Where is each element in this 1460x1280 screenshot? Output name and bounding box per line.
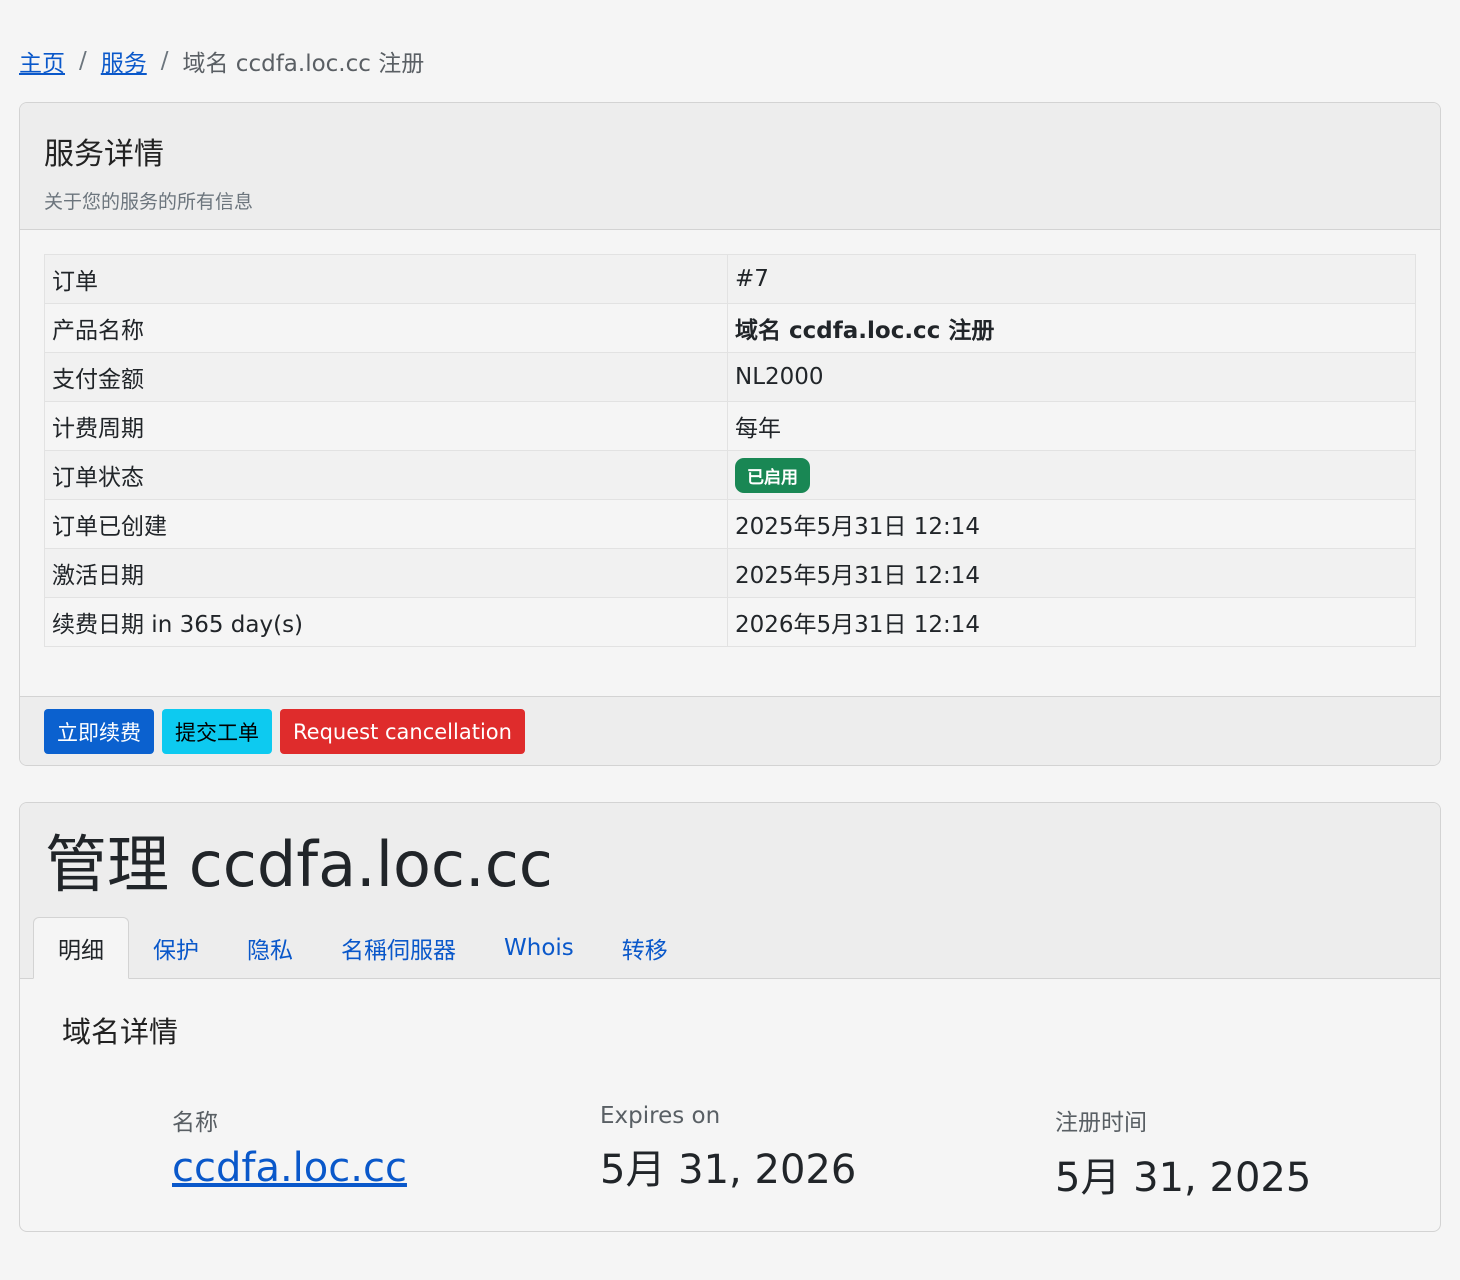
tab-protection[interactable]: 保护 [129,917,223,979]
tab-nameservers[interactable]: 名稱伺服器 [317,917,480,979]
service-details-title: 服务详情 [44,137,164,172]
row-value-status: 已启用 [727,450,1416,500]
expires-value: 5月 31, 2026 [600,1147,857,1193]
breadcrumb-current: 域名 ccdfa.loc.cc 注册 [182,51,425,77]
tab-privacy[interactable]: 隐私 [223,917,317,979]
row-key-billing-cycle: 计费周期 [44,401,728,451]
row-value-billing-cycle: 每年 [727,401,1416,451]
table-row: 计费周期 每年 [44,401,1416,451]
row-key-created: 订单已创建 [44,499,728,549]
row-value-created: 2025年5月31日 12:14 [727,499,1416,549]
row-value-activated: 2025年5月31日 12:14 [727,548,1416,598]
row-value-order: #7 [727,254,1416,304]
submit-ticket-button[interactable]: 提交工单 [162,709,272,754]
service-actions: 立即续费 提交工单 Request cancellation [20,696,1440,765]
breadcrumb: 主页 / 服务 / 域名 ccdfa.loc.cc 注册 [19,30,1441,92]
tab-details[interactable]: 明细 [33,917,129,979]
table-row: 产品名称 域名 ccdfa.loc.cc 注册 [44,303,1416,353]
row-key-product-name: 产品名称 [44,303,728,353]
service-details-body: 订单 #7 产品名称 域名 ccdfa.loc.cc 注册 支付金额 NL200… [20,230,1440,696]
request-cancellation-button[interactable]: Request cancellation [280,709,525,754]
service-details-card: 服务详情 关于您的服务的所有信息 订单 #7 产品名称 域名 ccdfa.loc… [19,102,1441,766]
service-details-subtitle: 关于您的服务的所有信息 [44,191,254,213]
row-key-renewal: 续费日期 in 365 day(s) [44,597,728,647]
page: 主页 / 服务 / 域名 ccdfa.loc.cc 注册 服务详情 关于您的服务… [0,30,1460,1232]
manage-domain-header: 管理 ccdfa.loc.cc 明细 保护 隐私 名稱伺服器 Whois 转移 [20,803,1440,979]
row-value-amount: NL2000 [727,352,1416,402]
domain-name-stat: 名称 ccdfa.loc.cc [172,1103,600,1203]
breadcrumb-services-link[interactable]: 服务 [101,44,147,78]
expires-label: Expires on [600,1103,721,1129]
domain-stats: 名称 ccdfa.loc.cc Expires on 5月 31, 2026 注… [62,1103,1398,1203]
table-row: 激活日期 2025年5月31日 12:14 [44,548,1416,598]
expires-stat: Expires on 5月 31, 2026 [600,1103,1055,1203]
renew-now-button[interactable]: 立即续费 [44,709,154,754]
domain-details-title: 域名详情 [62,1015,179,1049]
domain-details-panel: 域名详情 名称 ccdfa.loc.cc Expires on 5月 31, 2… [20,979,1440,1203]
row-key-activated: 激活日期 [44,548,728,598]
status-badge: 已启用 [735,457,810,493]
service-details-table: 订单 #7 产品名称 域名 ccdfa.loc.cc 注册 支付金额 NL200… [44,254,1416,647]
tab-whois[interactable]: Whois [480,917,598,979]
registered-value: 5月 31, 2025 [1055,1155,1312,1201]
domain-name-label: 名称 [172,1110,218,1136]
breadcrumb-home-link[interactable]: 主页 [19,44,65,78]
table-row: 订单 #7 [44,254,1416,304]
row-key-status: 订单状态 [44,450,728,500]
row-value-product-name: 域名 ccdfa.loc.cc 注册 [727,303,1416,353]
tab-transfer[interactable]: 转移 [598,917,692,979]
row-key-order: 订单 [44,254,728,304]
service-details-header: 服务详情 关于您的服务的所有信息 [20,103,1440,230]
domain-name-link[interactable]: ccdfa.loc.cc [172,1145,407,1191]
row-key-amount: 支付金额 [44,352,728,402]
breadcrumb-separator: / [79,48,87,74]
manage-domain-title: 管理 ccdfa.loc.cc [45,828,553,901]
table-row: 订单已创建 2025年5月31日 12:14 [44,499,1416,549]
domain-tabs: 明细 保护 隐私 名稱伺服器 Whois 转移 [33,917,692,979]
table-row: 订单状态 已启用 [44,450,1416,500]
registered-stat: 注册时间 5月 31, 2025 [1055,1103,1311,1203]
table-row: 支付金额 NL2000 [44,352,1416,402]
table-row: 续费日期 in 365 day(s) 2026年5月31日 12:14 [44,597,1416,647]
manage-domain-card: 管理 ccdfa.loc.cc 明细 保护 隐私 名稱伺服器 Whois 转移 … [19,802,1441,1232]
domain-name-value: ccdfa.loc.cc [172,1145,600,1191]
breadcrumb-separator: / [160,48,169,74]
registered-label: 注册时间 [1055,1110,1147,1136]
row-value-renewal: 2026年5月31日 12:14 [727,597,1416,647]
